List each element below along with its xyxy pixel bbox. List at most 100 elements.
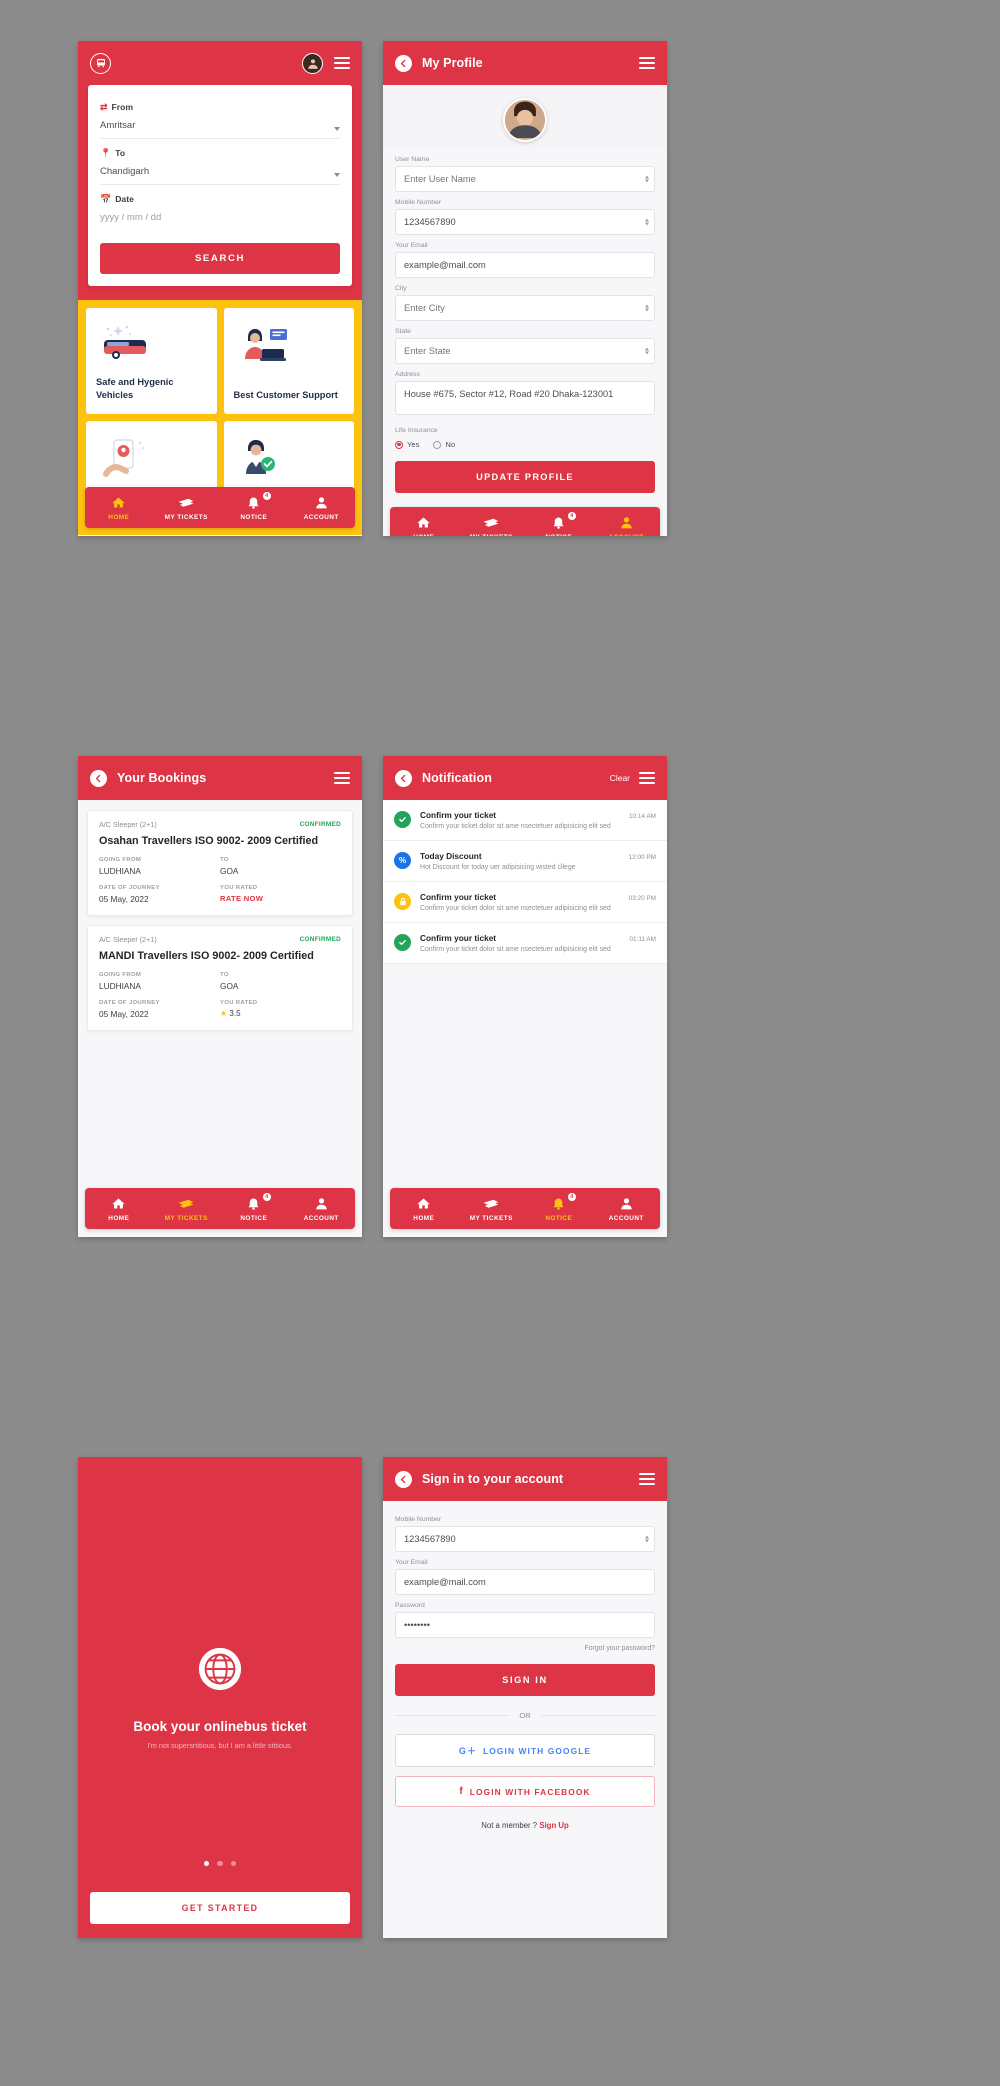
nav-item-my-tickets[interactable]: MY TICKETS xyxy=(458,1195,526,1222)
bus-sparkle-art xyxy=(96,320,207,366)
rate-now-link[interactable]: RATE NOW xyxy=(220,894,341,903)
nav-item-my-tickets[interactable]: MY TICKETS xyxy=(153,1195,221,1222)
nav-label: NOTICE xyxy=(545,1215,573,1222)
nav-label: MY TICKETS xyxy=(470,534,513,536)
booking-from: GOING FROM LUDHIANA xyxy=(99,972,220,991)
booking-card[interactable]: A/C Sleeper (2+1) CONFIRMED Osahan Trave… xyxy=(87,810,353,916)
bus-logo-icon[interactable] xyxy=(90,52,111,74)
stepper-icon[interactable] xyxy=(645,304,649,312)
notice-badge: 4 xyxy=(262,1193,271,1201)
or-label: OR xyxy=(519,1711,531,1720)
from-key: GOING FROM xyxy=(99,972,142,978)
onboarding-subtitle: I'm not supersrtitious, but I am a littl… xyxy=(147,1740,293,1750)
notification-title: Confirm your ticket xyxy=(420,810,497,820)
chevron-down-icon[interactable] xyxy=(334,127,340,131)
booking-to: TO GOA xyxy=(220,972,341,991)
hamburger-icon[interactable] xyxy=(334,57,350,69)
mobile-number-input[interactable] xyxy=(395,209,655,235)
field-date[interactable]: 📅 Date yyyy / mm / dd xyxy=(100,185,340,230)
to-key: TO xyxy=(220,857,229,863)
back-icon[interactable] xyxy=(395,1470,412,1488)
hamburger-icon[interactable] xyxy=(334,772,350,784)
address-textarea[interactable]: House #675, Sector #12, Road #20 Dhaka-1… xyxy=(395,381,655,415)
pager-dot[interactable] xyxy=(217,1860,223,1866)
facebook-button-label: LOGIN WITH FACEBOOK xyxy=(469,1786,591,1797)
nav-item-account[interactable]: ACCOUNT xyxy=(593,514,661,536)
globe-icon xyxy=(197,1646,243,1697)
date-key: DATE OF JOURNEY xyxy=(99,885,160,891)
login-with-google-button[interactable]: G＋ LOGIN WITH GOOGLE xyxy=(395,1734,655,1767)
location-pin-icon: 📍 xyxy=(100,147,112,158)
radio-yes[interactable]: Yes xyxy=(395,440,419,449)
nav-item-account[interactable]: ACCOUNT xyxy=(288,494,356,521)
notification-header: Notification Clear xyxy=(383,756,667,800)
get-started-button[interactable]: GET STARTED xyxy=(90,1892,350,1924)
nav-item-notice[interactable]: 4 NOTICE xyxy=(525,1193,593,1222)
stepper-icon[interactable] xyxy=(645,1535,649,1543)
city-input[interactable] xyxy=(395,295,655,321)
back-icon[interactable] xyxy=(395,54,412,72)
mobile-number-input[interactable] xyxy=(395,1526,655,1552)
field-from[interactable]: ⇄ From Amritsar xyxy=(100,93,340,139)
field-to[interactable]: 📍 To Chandigarh xyxy=(100,139,340,185)
login-with-facebook-button[interactable]: f LOGIN WITH FACEBOOK xyxy=(395,1776,655,1807)
feature-card[interactable]: Best Customer Support xyxy=(223,308,354,414)
notification-item[interactable]: Confirm your ticket 10:14 AM Confirm you… xyxy=(383,800,667,841)
email-input[interactable] xyxy=(395,252,655,278)
pager-dot[interactable] xyxy=(203,1860,210,1866)
nav-item-my-tickets[interactable]: MY TICKETS xyxy=(153,494,221,521)
nav-item-my-tickets[interactable]: MY TICKETS xyxy=(458,514,526,536)
google-button-label: LOGIN WITH GOOGLE xyxy=(483,1745,592,1756)
search-button[interactable]: SEARCH xyxy=(100,243,340,274)
field-mobile-number: Mobile Number xyxy=(395,1516,655,1552)
password-input[interactable] xyxy=(395,1612,655,1638)
notification-item[interactable]: % Today Discount 12:00 PM Hot Discount f… xyxy=(383,841,667,882)
nav-item-account[interactable]: ACCOUNT xyxy=(288,1195,356,1222)
notification-item[interactable]: Confirm your ticket 01:11 AM Confirm you… xyxy=(383,923,667,964)
nav-item-account[interactable]: ACCOUNT xyxy=(593,1195,661,1222)
avatar[interactable] xyxy=(503,98,547,142)
nav-item-notice[interactable]: 4 NOTICE xyxy=(220,492,288,521)
pager-dot[interactable] xyxy=(230,1860,237,1866)
nav-item-notice[interactable]: 4 NOTICE xyxy=(220,1193,288,1222)
to-value: GOA xyxy=(220,981,239,991)
sign-up-link[interactable]: Sign Up xyxy=(539,1821,568,1830)
nav-item-notice[interactable]: 4 NOTICE xyxy=(525,512,593,536)
user-name-input[interactable] xyxy=(395,166,655,192)
to-key: TO xyxy=(220,972,229,978)
nav-item-home[interactable]: HOME xyxy=(85,494,153,521)
sign-in-button[interactable]: SIGN IN xyxy=(395,1664,655,1696)
update-profile-button[interactable]: UPDATE PROFILE xyxy=(395,461,655,493)
clear-button[interactable]: Clear xyxy=(610,773,630,783)
nav-item-home[interactable]: HOME xyxy=(390,514,458,536)
hamburger-icon[interactable] xyxy=(639,1473,655,1485)
avatar-icon[interactable] xyxy=(302,52,323,74)
bell-icon xyxy=(551,1195,566,1210)
bell-icon xyxy=(246,494,261,509)
state-input[interactable] xyxy=(395,338,655,364)
nav-label: NOTICE xyxy=(240,514,268,521)
field-label: Mobile Number xyxy=(395,1516,442,1523)
back-icon[interactable] xyxy=(90,769,107,787)
rated-key: YOU RATED xyxy=(220,1000,258,1006)
stepper-icon[interactable] xyxy=(645,347,649,355)
radio-no[interactable]: No xyxy=(433,440,455,449)
forgot-password-link[interactable]: Forgot your password? xyxy=(395,1645,655,1652)
booking-card[interactable]: A/C Sleeper (2+1) CONFIRMED MANDI Travel… xyxy=(87,925,353,1031)
notice-badge: 4 xyxy=(567,1193,576,1201)
chevron-down-icon[interactable] xyxy=(334,173,340,177)
stepper-icon[interactable] xyxy=(645,175,649,183)
hamburger-icon[interactable] xyxy=(639,772,655,784)
back-icon[interactable] xyxy=(395,769,412,787)
nav-item-home[interactable]: HOME xyxy=(390,1195,458,1222)
bookings-header: Your Bookings xyxy=(78,756,362,800)
verified-driver-art xyxy=(234,433,345,479)
nav-item-home[interactable]: HOME xyxy=(85,1195,153,1222)
stepper-icon[interactable] xyxy=(645,218,649,226)
hamburger-icon[interactable] xyxy=(639,57,655,69)
notification-time: 10:14 AM xyxy=(628,813,656,820)
notification-item[interactable]: Confirm your ticket 03:20 PM Confirm you… xyxy=(383,882,667,923)
feature-card[interactable]: Safe and Hygenic Vehicles xyxy=(86,308,217,414)
email-input[interactable] xyxy=(395,1569,655,1595)
date-value: 05 May, 2022 xyxy=(99,894,149,904)
